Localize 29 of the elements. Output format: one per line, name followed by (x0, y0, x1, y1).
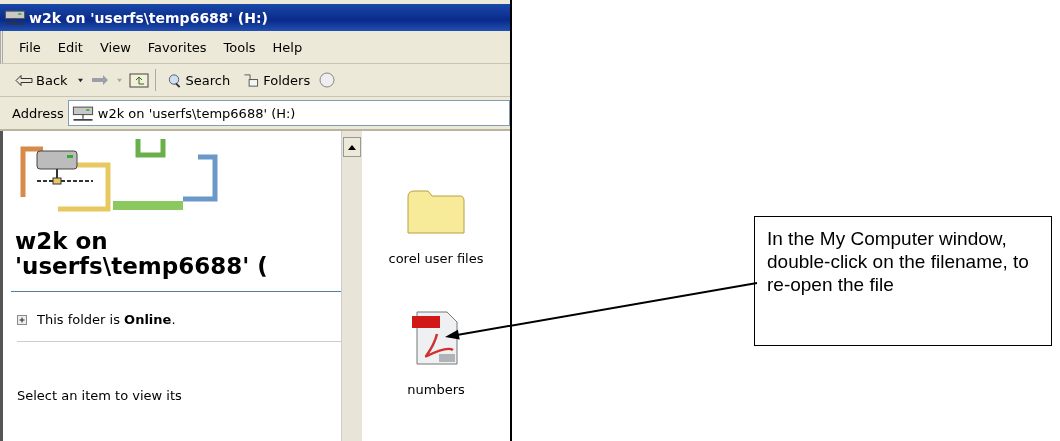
menu-item[interactable]: Tools (223, 39, 256, 55)
folders-button[interactable]: Folders (239, 70, 314, 90)
back-button[interactable]: Back (12, 70, 71, 90)
caret-icon[interactable] (76, 77, 84, 83)
search-button[interactable]: Search (161, 70, 234, 90)
folders-icon[interactable] (242, 72, 261, 88)
menu-item[interactable]: Edit (57, 39, 83, 55)
network-drive-icon (71, 104, 94, 122)
scroll-up-button[interactable] (343, 137, 361, 157)
network-drive-icon (4, 9, 26, 26)
window-title: w2k on 'userfs\temp6688' (H:) (29, 9, 268, 26)
menu-item[interactable]: File (19, 39, 41, 55)
up-arrow-icon (348, 144, 356, 150)
menu-item[interactable]: Favorites (147, 39, 207, 55)
back-arrow-icon[interactable] (15, 72, 33, 88)
details-hint: Select an item to view its (16, 387, 183, 403)
scrollbar[interactable] (341, 131, 362, 441)
pane-heading: w2k on 'userfs\temp6688' ( (14, 227, 269, 279)
file-name[interactable]: numbers (407, 382, 465, 397)
menu-item[interactable]: View (99, 39, 131, 55)
address-field[interactable]: w2k on 'userfs\temp6688' (H:) (67, 100, 510, 126)
folder-status: This folder is Online. (37, 312, 176, 327)
menu-item[interactable]: Help (272, 39, 303, 55)
file-name[interactable]: corel user files (388, 251, 484, 266)
pdf-file-icon[interactable] (411, 310, 461, 366)
address-label: Address (12, 105, 64, 121)
folder-up-icon[interactable] (128, 72, 149, 88)
expand-icon[interactable] (17, 314, 27, 325)
callout-box: In the My Computer window, double-click on the filename, to re-open the file (754, 216, 1052, 346)
